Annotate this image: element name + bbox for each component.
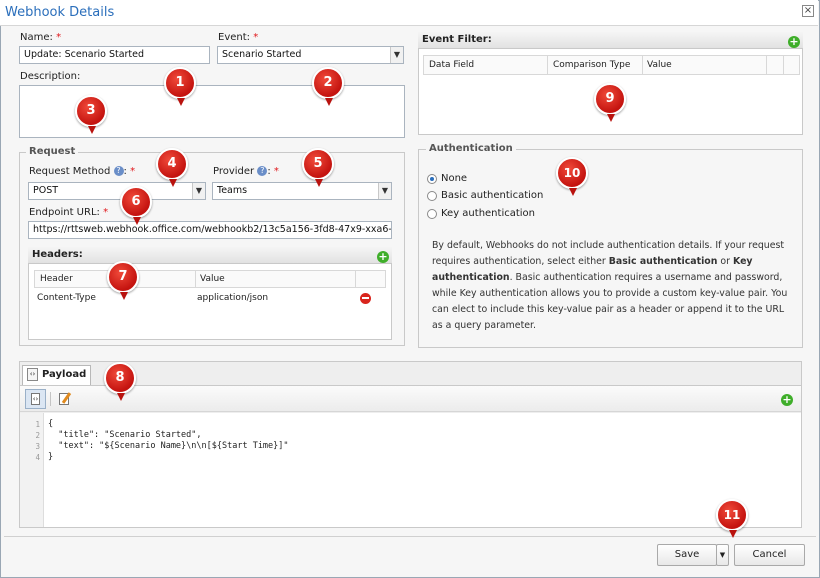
header-column: Header [40,274,73,284]
tab-payload-label[interactable]: Payload [42,369,86,380]
column-divider [783,55,784,75]
value-column: Value [200,274,225,284]
code-view-icon[interactable]: ‹› [25,389,46,409]
line-number: 4 [35,453,40,462]
headers-title: Headers: [28,247,392,264]
close-icon[interactable]: × [802,5,814,17]
add-icon[interactable]: + [377,251,389,263]
save-button[interactable]: Save [657,544,717,566]
endpoint-label: Endpoint URL: * [29,207,109,218]
line-number: 3 [35,442,40,451]
line-number: 1 [35,420,40,429]
callout-marker: 8 [104,362,136,401]
value-column: Value [647,60,672,70]
callout-marker: 5 [302,148,334,187]
code-line[interactable]: { [48,419,53,429]
toolbar-divider [50,392,51,406]
add-icon[interactable]: + [781,394,793,406]
column-divider [547,55,548,75]
callout-marker: 2 [312,67,344,106]
endpoint-url-input[interactable]: https://rttsweb.webhook.office.com/webho… [28,221,392,239]
request-method-label: Request Method ?: * [29,166,136,177]
authentication-description: By default, Webhooks do not include auth… [432,240,788,331]
radio-none[interactable] [427,174,437,184]
footer-divider [4,536,816,537]
chevron-down-icon: ▼ [719,551,726,559]
name-input[interactable]: Update: Scenario Started [19,46,210,64]
name-label: Name: * [20,32,62,43]
description-label: Description: [20,71,81,82]
event-filter-title: Event Filter: [418,32,803,49]
value-cell[interactable]: application/json [197,293,268,303]
radio-basic-auth[interactable] [427,191,437,201]
request-legend: Request [26,146,79,157]
payload-toolbar [20,385,801,412]
code-line[interactable]: } [48,452,53,462]
dialog-title: Webhook Details [5,5,115,20]
remove-icon[interactable] [360,293,371,304]
radio-key-auth[interactable] [427,209,437,219]
callout-marker: 11 [716,499,748,538]
callout-marker: 6 [120,186,152,225]
radio-basic-auth-label[interactable]: Basic authentication [441,190,543,201]
column-divider [195,270,196,288]
authentication-legend: Authentication [426,143,516,154]
edit-icon[interactable] [58,391,74,407]
callout-marker: 7 [107,261,139,300]
callout-marker: 4 [156,148,188,187]
callout-marker: 9 [594,83,626,122]
header-cell[interactable]: Content-Type [37,293,96,303]
code-line[interactable]: "text": "${Scenario Name}\n\n[${Start Ti… [48,441,288,451]
request-method-select[interactable]: POST ▼ [28,182,206,200]
comparison-type-column: Comparison Type [553,60,631,70]
callout-marker: 1 [164,67,196,106]
document-icon: ‹› [27,368,38,381]
help-icon[interactable]: ? [257,166,268,176]
radio-none-label[interactable]: None [441,173,467,184]
event-label: Event: * [218,32,259,43]
chevron-down-icon: ▼ [192,183,205,199]
save-dropdown-button[interactable]: ▼ [716,544,729,566]
event-select[interactable]: Scenario Started ▼ [217,46,404,64]
chevron-down-icon: ▼ [378,183,391,199]
column-divider [355,270,356,288]
data-field-column: Data Field [429,60,475,70]
column-divider [642,55,643,75]
cancel-button[interactable]: Cancel [734,544,805,566]
provider-select[interactable]: Teams ▼ [212,182,392,200]
line-number: 2 [35,431,40,440]
chevron-down-icon: ▼ [390,47,403,63]
help-icon[interactable]: ? [113,166,124,176]
code-line[interactable]: "title": "Scenario Started", [48,430,201,440]
provider-label: Provider ?: * [213,166,279,177]
callout-marker: 3 [75,95,107,134]
column-divider [766,55,767,75]
callout-marker: 10 [556,157,588,196]
add-icon[interactable]: + [788,36,800,48]
radio-key-auth-label[interactable]: Key authentication [441,208,535,219]
title-bar [0,0,818,26]
